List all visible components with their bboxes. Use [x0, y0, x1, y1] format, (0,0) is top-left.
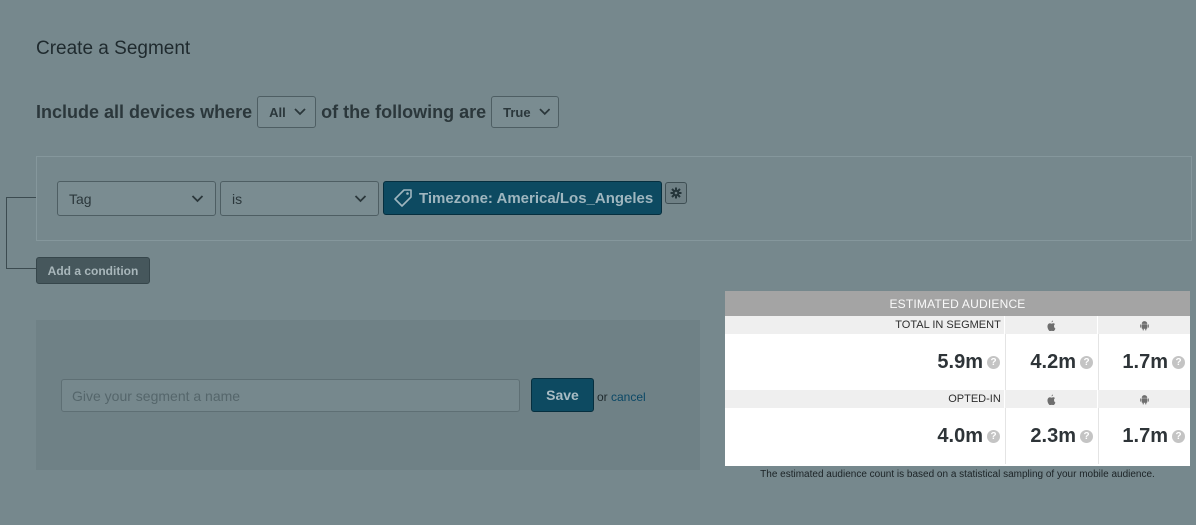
match-select-value: All	[269, 104, 286, 120]
opted-in-android-count: 1.7m	[1122, 424, 1168, 447]
help-icon[interactable]: ?	[1172, 355, 1185, 369]
help-icon[interactable]: ?	[987, 355, 1000, 369]
total-ios-count: 4.2m	[1030, 350, 1076, 373]
help-icon[interactable]: ?	[987, 429, 1000, 443]
tag-icon	[394, 189, 412, 207]
save-button[interactable]: Save	[531, 378, 594, 412]
condition-field-value: Tag	[69, 190, 92, 207]
condition-operator-select[interactable]: is	[220, 181, 379, 216]
tag-value-label: Timezone: America/Los_Angeles	[419, 189, 654, 207]
condition-settings-button[interactable]	[665, 182, 687, 204]
help-icon[interactable]: ?	[1172, 429, 1185, 443]
android-icon	[1097, 316, 1190, 334]
apple-icon	[1003, 316, 1098, 334]
include-middle-text: of the following are	[321, 101, 487, 122]
total-android-count: 1.7m	[1122, 350, 1168, 373]
page-title: Create a Segment	[36, 38, 191, 59]
audience-opted-in-row: 4.0m? 2.3m? 1.7m?	[725, 408, 1190, 464]
chevron-down-icon	[294, 108, 306, 116]
match-select[interactable]: All	[257, 96, 317, 128]
segment-name-input[interactable]: Give your segment a name	[61, 379, 520, 412]
audience-note: The estimated audience count is based on…	[760, 469, 1155, 480]
condition-operator-value: is	[232, 190, 243, 207]
include-prefix-text: Include all devices where	[36, 101, 253, 122]
truth-select[interactable]: True	[491, 96, 560, 128]
include-rule-row: Include all devices where All of the fol…	[36, 95, 560, 129]
opted-in-label: OPTED-IN	[948, 393, 1001, 405]
gear-icon	[670, 187, 682, 199]
chevron-down-icon	[538, 108, 550, 116]
audience-header: ESTIMATED AUDIENCE	[725, 291, 1190, 316]
or-text: or	[597, 390, 608, 404]
total-count: 5.9m	[937, 350, 983, 373]
condition-bracket	[6, 197, 36, 269]
total-in-segment-label: TOTAL IN SEGMENT	[895, 319, 1001, 331]
opted-in-count: 4.0m	[937, 424, 983, 447]
help-icon[interactable]: ?	[1080, 355, 1093, 369]
help-icon[interactable]: ?	[1080, 429, 1093, 443]
estimated-audience-table: ESTIMATED AUDIENCE TOTAL IN SEGMENT 5.9m…	[725, 291, 1190, 466]
add-condition-button[interactable]: Add a condition	[36, 257, 150, 284]
android-icon	[1097, 390, 1190, 408]
apple-icon	[1003, 390, 1098, 408]
opted-in-ios-count: 2.3m	[1030, 424, 1076, 447]
audience-label-row: TOTAL IN SEGMENT	[725, 316, 1190, 334]
tag-value-chip[interactable]: Timezone: America/Los_Angeles	[383, 181, 662, 215]
audience-label-row: OPTED-IN	[725, 390, 1190, 408]
truth-select-value: True	[503, 104, 531, 120]
cancel-link[interactable]: cancel	[611, 390, 646, 404]
audience-total-row: 5.9m? 4.2m? 1.7m?	[725, 334, 1190, 390]
chevron-down-icon	[354, 194, 367, 202]
condition-field-select[interactable]: Tag	[57, 181, 216, 216]
chevron-down-icon	[191, 194, 204, 202]
